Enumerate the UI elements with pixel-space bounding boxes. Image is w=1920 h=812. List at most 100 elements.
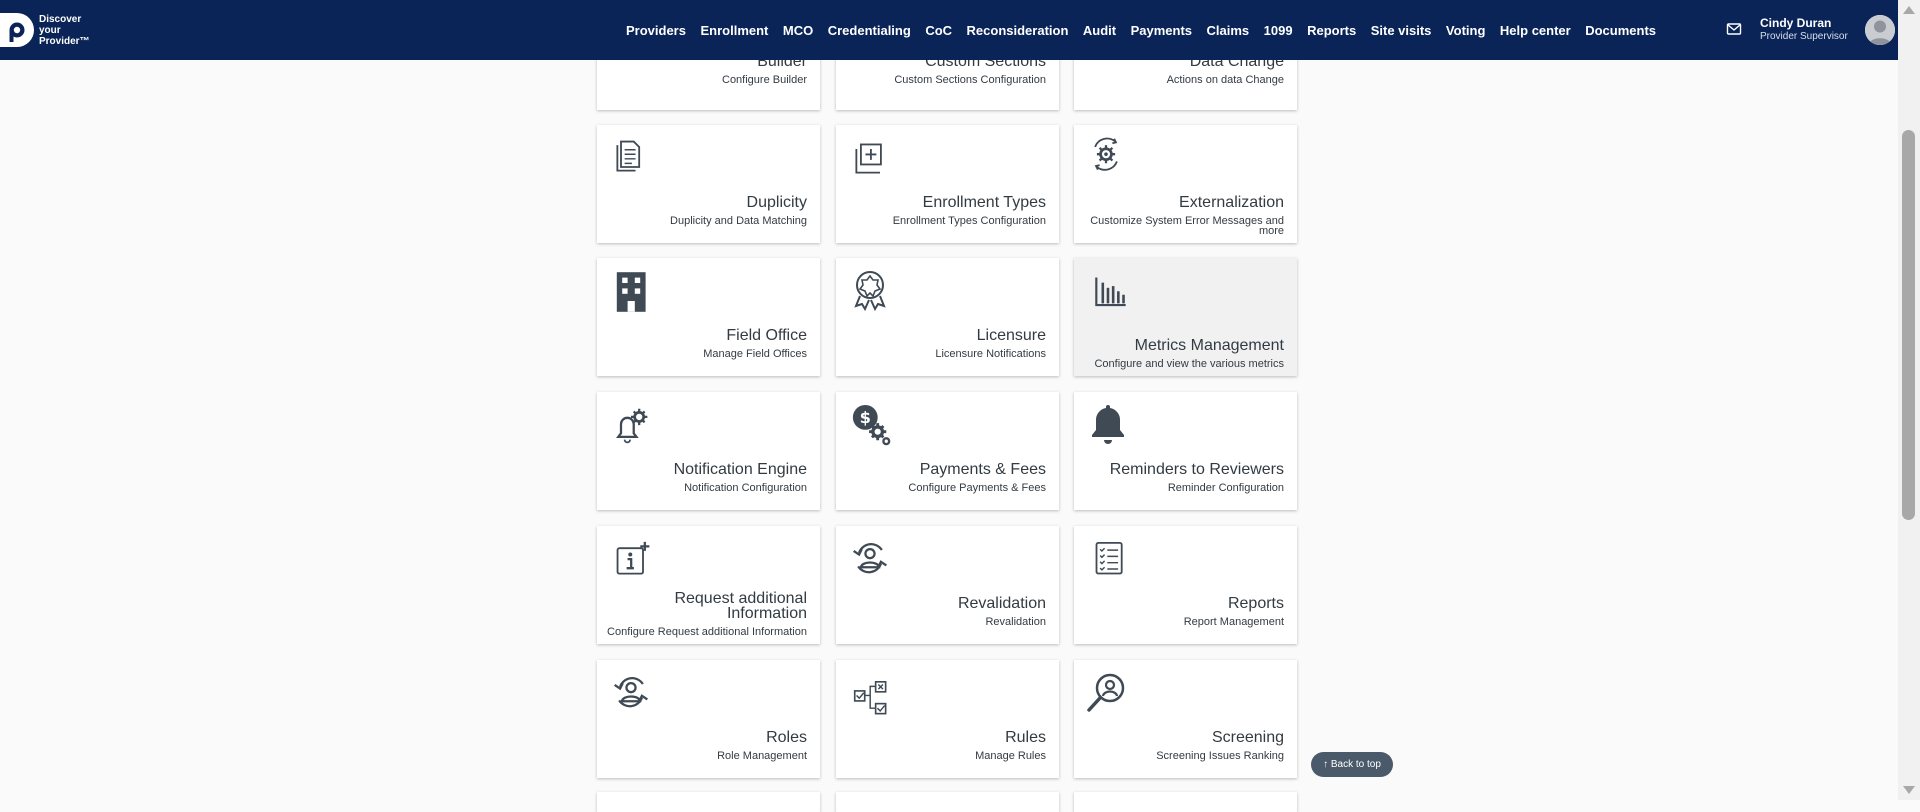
add-box-icon bbox=[855, 143, 882, 174]
card-subtitle: Custom Sections Configuration bbox=[894, 74, 1046, 86]
nav-item-claims[interactable]: Claims bbox=[1207, 23, 1250, 38]
settings-card-metrics-management[interactable]: Metrics Management Configure and view the… bbox=[1074, 258, 1297, 376]
dollar-gears-icon: $ bbox=[852, 404, 891, 446]
card-subtitle: Configure Request additional Information bbox=[607, 626, 807, 638]
top-navbar: Discover your Provider™ Providers Enrollm… bbox=[0, 0, 1898, 60]
settings-card-externalization[interactable]: Externalization Customize System Error Me… bbox=[1074, 125, 1297, 243]
user-info[interactable]: Cindy Duran Provider Supervisor bbox=[1760, 16, 1848, 43]
settings-card-revalidation[interactable]: Revalidation Revalidation bbox=[836, 526, 1059, 644]
settings-card-rules[interactable]: Rules Manage Rules bbox=[836, 660, 1059, 778]
checklist-icon bbox=[1095, 542, 1123, 575]
nav-item-documents[interactable]: Documents bbox=[1585, 23, 1656, 38]
user-cycle-icon bbox=[853, 543, 887, 574]
card-text: Payments & Fees Configure Payments & Fees bbox=[846, 461, 1046, 494]
scroll-down-arrow-icon[interactable] bbox=[1903, 786, 1915, 794]
settings-card-reminders-to-reviewers[interactable]: Reminders to Reviewers Reminder Configura… bbox=[1074, 392, 1297, 510]
settings-card-field-office[interactable]: Field Office Manage Field Offices bbox=[597, 258, 820, 376]
card-title: Field Office bbox=[726, 327, 807, 344]
user-avatar-icon bbox=[1865, 15, 1895, 45]
nav-item-reconsideration[interactable]: Reconsideration bbox=[967, 23, 1069, 38]
card-text: Revalidation Revalidation bbox=[846, 595, 1046, 628]
card-subtitle: Configure Builder bbox=[722, 74, 807, 86]
nav-item-1099[interactable]: 1099 bbox=[1264, 23, 1293, 38]
user-role: Provider Supervisor bbox=[1760, 31, 1848, 42]
settings-card-duplicity[interactable]: Duplicity Duplicity and Data Matching bbox=[597, 125, 820, 243]
mail-icon[interactable] bbox=[1726, 21, 1742, 37]
card-title: Screening bbox=[1211, 729, 1284, 746]
card-subtitle: Actions on data Change bbox=[1166, 74, 1284, 86]
nav-item-credentialing[interactable]: Credentialing bbox=[828, 23, 911, 38]
svg-text:$: $ bbox=[860, 408, 871, 427]
card-text: Externalization Customize System Error Me… bbox=[1084, 194, 1284, 237]
card-title: Rules bbox=[1005, 729, 1046, 746]
settings-card-reports[interactable]: Reports Report Management bbox=[1074, 526, 1297, 644]
scroll-up-arrow-icon[interactable] bbox=[1903, 6, 1915, 14]
building-icon bbox=[616, 272, 646, 312]
main-nav: Providers Enrollment MCO Credentialing CoC Re… bbox=[626, 0, 1671, 60]
card-text: Screening Screening Issues Ranking bbox=[1084, 729, 1284, 762]
info-plus-icon bbox=[616, 541, 650, 575]
card-text: Field Office Manage Field Offices bbox=[607, 327, 807, 360]
card-text: Metrics Management Configure and view the… bbox=[1084, 337, 1284, 370]
card-subtitle: Report Management bbox=[1183, 616, 1284, 628]
card-title: Duplicity bbox=[746, 194, 807, 211]
brand-logo[interactable]: Discover your Provider™ bbox=[0, 13, 90, 47]
nav-item-audit[interactable]: Audit bbox=[1083, 23, 1116, 38]
card-title: Reminders to Reviewers bbox=[1109, 461, 1284, 478]
badge-icon bbox=[854, 271, 886, 312]
card-title: Externalization bbox=[1179, 194, 1284, 211]
card-subtitle: Duplicity and Data Matching bbox=[670, 215, 807, 227]
scrollbar-thumb[interactable] bbox=[1902, 130, 1915, 520]
card-text: Notification Engine Notification Configur… bbox=[607, 462, 807, 494]
card-subtitle: Screening Issues Ranking bbox=[1156, 750, 1284, 762]
card-text: Enrollment Types Enrollment Types Configu… bbox=[846, 195, 1046, 227]
nav-item-voting[interactable]: Voting bbox=[1446, 23, 1485, 38]
card-text: Duplicity Duplicity and Data Matching bbox=[607, 194, 807, 227]
nav-item-mco[interactable]: MCO bbox=[783, 23, 813, 38]
nav-item-help-center[interactable]: Help center bbox=[1500, 23, 1571, 38]
gear-cycle-icon bbox=[1094, 137, 1118, 171]
avatar[interactable] bbox=[1865, 15, 1895, 45]
logo-text: Discover your Provider™ bbox=[39, 13, 90, 47]
nav-item-coc[interactable]: CoC bbox=[925, 23, 952, 38]
back-to-top-button[interactable]: ↑ Back to top bbox=[1311, 752, 1393, 777]
card-title: Request additional Information bbox=[674, 590, 807, 622]
bell-gear-icon bbox=[616, 408, 648, 444]
card-subtitle: Manage Field Offices bbox=[703, 348, 807, 360]
settings-card-notification-engine[interactable]: Notification Engine Notification Configur… bbox=[597, 392, 820, 510]
settings-card-licensure[interactable]: Licensure Licensure Notifications bbox=[836, 258, 1059, 376]
card-subtitle: Licensure Notifications bbox=[935, 348, 1046, 360]
bell-icon bbox=[1092, 405, 1124, 444]
card-subtitle: Configure and view the various metrics bbox=[1094, 358, 1284, 370]
nav-item-enrollment[interactable]: Enrollment bbox=[700, 23, 768, 38]
search-user-icon bbox=[1087, 673, 1125, 712]
card-subtitle: Role Management bbox=[717, 750, 807, 762]
settings-card-screening[interactable]: Screening Screening Issues Ranking bbox=[1074, 660, 1297, 778]
settings-card-enrollment-types[interactable]: Enrollment Types Enrollment Types Configu… bbox=[836, 125, 1059, 243]
card-title: Reports bbox=[1227, 595, 1284, 612]
card-subtitle: Reminder Configuration bbox=[1167, 482, 1284, 494]
nav-item-reports[interactable]: Reports bbox=[1307, 23, 1356, 38]
card-title: Metrics Management bbox=[1134, 337, 1284, 354]
card-text: Rules Manage Rules bbox=[846, 729, 1046, 762]
card-subtitle: Customize System Error Messages and more bbox=[1090, 215, 1284, 237]
card-subtitle: Revalidation bbox=[985, 616, 1046, 628]
settings-card-partial[interactable] bbox=[836, 792, 1059, 812]
settings-card-payments-fees[interactable]: $ Payments & Fees Configure Payments & Fee… bbox=[836, 392, 1059, 510]
card-subtitle: Notification Configuration bbox=[684, 482, 807, 494]
card-text: Reminders to Reviewers Reminder Configura… bbox=[1084, 461, 1284, 494]
card-title: Payments & Fees bbox=[919, 461, 1046, 478]
documents-icon bbox=[616, 140, 641, 172]
settings-card-roles[interactable]: Roles Role Management bbox=[597, 660, 820, 778]
bar-chart-icon bbox=[1095, 277, 1126, 307]
settings-card-request-additional-information[interactable]: Request additional Information Configure … bbox=[597, 526, 820, 644]
card-title: Revalidation bbox=[957, 595, 1046, 612]
nav-item-providers[interactable]: Providers bbox=[626, 23, 686, 38]
settings-card-partial[interactable] bbox=[597, 792, 820, 812]
card-title: Licensure bbox=[976, 327, 1046, 344]
card-text: Licensure Licensure Notifications bbox=[846, 327, 1046, 360]
settings-card-grid: Builder Configure Builder Custom Sections C… bbox=[597, 0, 1302, 800]
nav-item-site-visits[interactable]: Site visits bbox=[1371, 23, 1432, 38]
nav-item-payments[interactable]: Payments bbox=[1131, 23, 1192, 38]
settings-card-partial[interactable] bbox=[1074, 792, 1297, 812]
